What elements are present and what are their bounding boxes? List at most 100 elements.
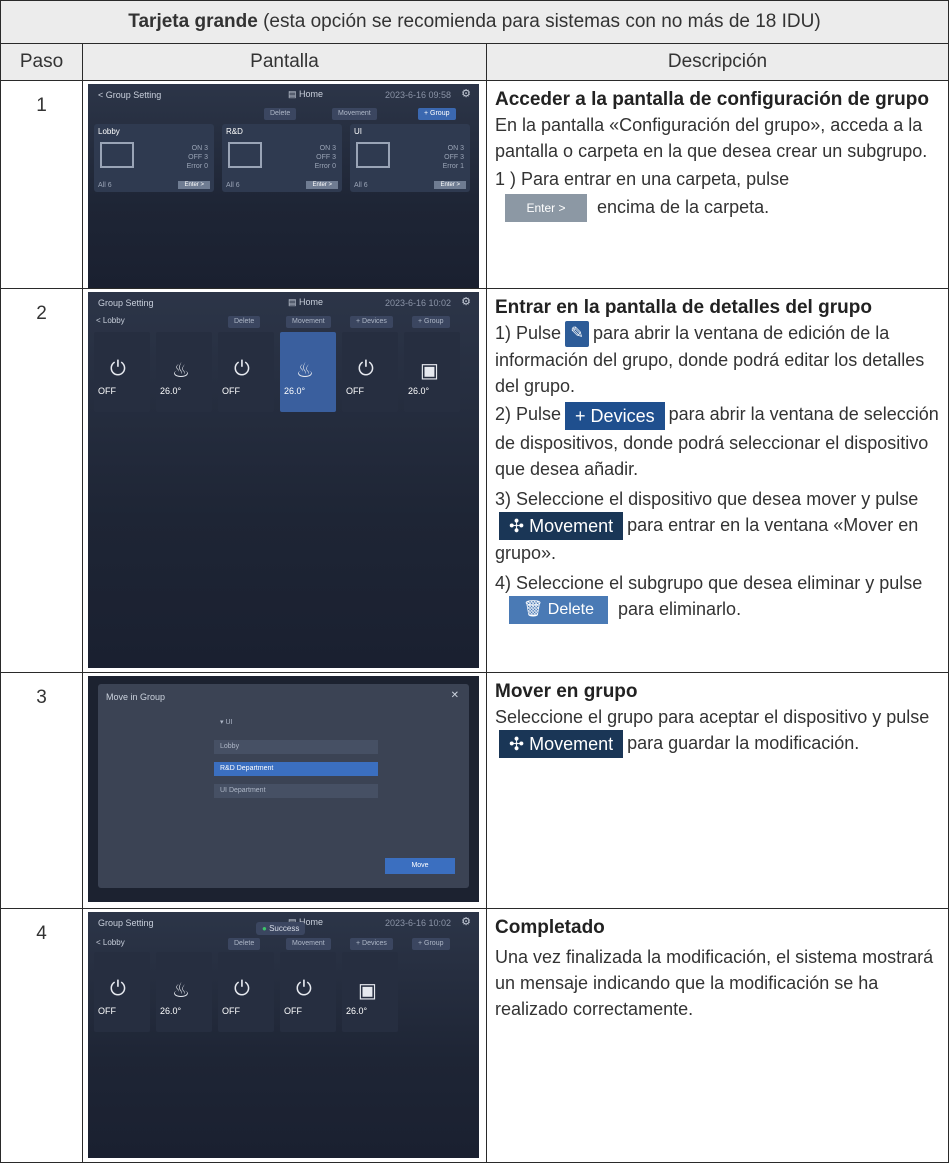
- step-heading: Mover en grupo: [495, 681, 638, 702]
- screen-topbar: < Group Setting ▤ Home 2023-6-16 09:58 ⚙: [88, 84, 479, 104]
- screen-title: < Group Setting: [98, 90, 162, 100]
- description-cell: Mover en grupo Seleccione el grupo para …: [486, 672, 949, 909]
- monitor-icon: [356, 142, 390, 168]
- move-dialog: Move in Group ✕ ▾ UI Lobby R&D Departmen…: [98, 684, 469, 888]
- step-heading: Completado: [495, 917, 605, 938]
- delete-mini-button: Delete: [228, 316, 261, 328]
- screen-title: Group Setting: [98, 298, 154, 308]
- header-description: Descripción: [486, 43, 949, 81]
- table-row: 3 Move in Group ✕ ▾ UI Lobby R&D Departm…: [0, 672, 949, 909]
- power-icon: ⏻: [110, 978, 126, 1000]
- power-icon: ⏻: [296, 978, 312, 1000]
- unit-icon: ▣: [420, 360, 439, 382]
- gear-icon: ⚙: [461, 296, 471, 308]
- device-state: OFF: [98, 1006, 116, 1016]
- monitor-icon: [100, 142, 134, 168]
- folder-all: All 6: [354, 182, 368, 189]
- instruction-table: Tarjeta grande (esta opción se recomiend…: [0, 0, 949, 1163]
- movement-button-image: ✣ Movement: [499, 730, 624, 759]
- step-number: 1: [0, 80, 83, 289]
- home-label: ▤ Home: [288, 297, 324, 307]
- device-card: ▣ 26.0°: [342, 952, 398, 1032]
- dialog-row: UI Department: [214, 784, 378, 798]
- folder-card: UI ON 3 OFF 3 Error 1 All 6 Enter >: [350, 124, 470, 192]
- device-card: ▣ 26.0°: [404, 332, 460, 412]
- folder-card: R&D ON 3 OFF 3 Error 0 All 6 Enter >: [222, 124, 342, 192]
- group-mini-button: + Group: [412, 938, 450, 950]
- device-state: OFF: [98, 386, 116, 396]
- step-heading: Entrar en la pantalla de detalles del gr…: [495, 297, 872, 318]
- screen-topbar: Group Setting ▤ Home 2023-6-16 10:02 ⚙: [88, 292, 479, 312]
- movement-button-image: ✣ Movement: [499, 511, 624, 540]
- device-state: 26.0°: [160, 386, 182, 396]
- delete-mini-button: Delete: [228, 938, 261, 950]
- back-link: < Lobby: [96, 938, 125, 947]
- device-state: 26.0°: [408, 386, 430, 396]
- edit-icon: ✎: [565, 321, 590, 348]
- description-cell: Entrar en la pantalla de detalles del gr…: [486, 288, 949, 673]
- table-title: Tarjeta grande (esta opción se recomiend…: [0, 0, 949, 44]
- folder-enter: Enter >: [306, 181, 338, 189]
- folder-card: Lobby ON 3 OFF 3 Error 0 All 6 Enter >: [94, 124, 214, 192]
- table-row: 1 < Group Setting ▤ Home 2023-6-16 09:58…: [0, 80, 949, 289]
- table-title-rest: (esta opción se recomienda para sistemas…: [257, 11, 821, 32]
- device-card: ♨ 26.0°: [156, 332, 212, 412]
- step-text: 2) Pulse + Devices para abrir la ventana d…: [495, 401, 940, 481]
- back-link: < Lobby: [96, 316, 125, 325]
- device-card: ⏻ OFF: [218, 952, 274, 1032]
- fan-icon: ♨: [296, 360, 314, 382]
- device-state: OFF: [222, 1006, 240, 1016]
- folder-all: All 6: [98, 182, 112, 189]
- step-number: 2: [0, 288, 83, 673]
- device-card: ⏻ OFF: [218, 332, 274, 412]
- gear-icon: ⚙: [461, 916, 471, 928]
- device-card: ⏻ OFF: [342, 332, 398, 412]
- folder-name: R&D: [226, 127, 243, 136]
- completed-screenshot: Group Setting ▤ Home 2023-6-16 10:02 ⚙ ●…: [88, 912, 479, 1158]
- home-label: ▤ Home: [288, 89, 324, 99]
- monitor-icon: [228, 142, 262, 168]
- step-text: Una vez finalizada la modificación, el s…: [495, 947, 934, 1019]
- screen-title: Group Setting: [98, 918, 154, 928]
- close-icon: ✕: [450, 690, 459, 701]
- folder-status: ON 3 OFF 3 Error 1: [442, 145, 464, 170]
- device-card: ⏻ OFF: [280, 952, 336, 1032]
- folder-enter: Enter >: [178, 181, 210, 189]
- group-mini-button: + Group: [412, 316, 450, 328]
- folder-name: UI: [354, 127, 362, 136]
- screen-time: 2023-6-16 10:02: [384, 918, 451, 928]
- device-card: ⏻ OFF: [94, 952, 150, 1032]
- step-text: Seleccione el grupo para aceptar el disp…: [495, 704, 940, 759]
- step-heading: Acceder a la pantalla de configuración d…: [495, 89, 929, 110]
- group-detail-screenshot: Group Setting ▤ Home 2023-6-16 10:02 ⚙ <…: [88, 292, 479, 668]
- step-text: 1) Pulse ✎ para abrir la ventana de edició…: [495, 321, 925, 397]
- device-card: ⏻ OFF: [94, 332, 150, 412]
- screen-cell: Group Setting ▤ Home 2023-6-16 10:02 ⚙ ●…: [82, 908, 487, 1163]
- header-step: Paso: [0, 43, 83, 81]
- step-text-line: Enter > encima de la carpeta.: [495, 194, 940, 223]
- fan-icon: ♨: [172, 980, 190, 1002]
- dialog-row-selected: R&D Department: [214, 762, 378, 776]
- header-screen: Pantalla: [82, 43, 487, 81]
- device-state: 26.0°: [160, 1006, 182, 1016]
- folder-enter: Enter >: [434, 181, 466, 189]
- description-cell: Completado Una vez finalizada la modific…: [486, 908, 949, 1163]
- dialog-row: Lobby: [214, 740, 378, 754]
- device-state: 26.0°: [284, 386, 306, 396]
- dialog-title: Move in Group: [106, 692, 166, 702]
- delete-button-image: 🗑 Delete: [509, 596, 609, 624]
- step-text: 4) Seleccione el subgrupo que desea elim…: [495, 570, 940, 624]
- screen-cell: Group Setting ▤ Home 2023-6-16 10:02 ⚙ <…: [82, 288, 487, 673]
- check-icon: ●: [262, 924, 267, 933]
- device-card: ♨ 26.0°: [280, 332, 336, 412]
- move-in-group-screenshot: Move in Group ✕ ▾ UI Lobby R&D Departmen…: [88, 676, 479, 902]
- device-state: OFF: [284, 1006, 302, 1016]
- screen-time: 2023-6-16 09:58: [384, 90, 451, 100]
- step-number: 4: [0, 908, 83, 1163]
- device-state: 26.0°: [346, 1006, 368, 1016]
- screen-time: 2023-6-16 10:02: [384, 298, 451, 308]
- power-icon: ⏻: [358, 358, 374, 380]
- device-card: ♨ 26.0°: [156, 952, 212, 1032]
- power-icon: ⏻: [234, 978, 250, 1000]
- group-setting-screenshot: < Group Setting ▤ Home 2023-6-16 09:58 ⚙…: [88, 84, 479, 288]
